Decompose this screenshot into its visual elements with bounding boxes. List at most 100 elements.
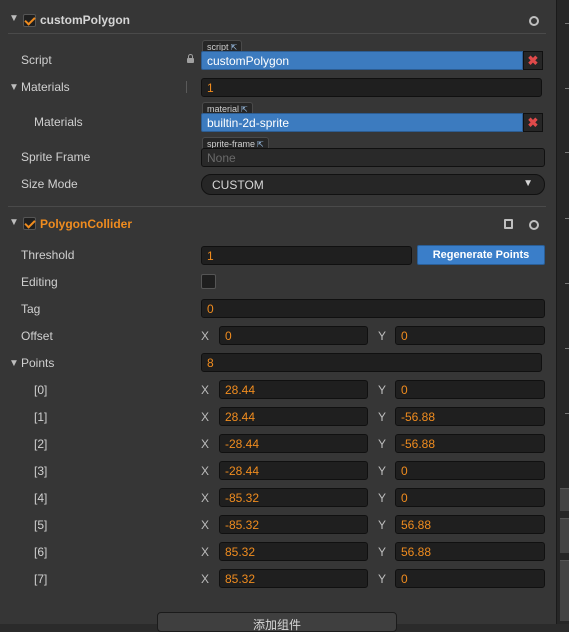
y-axis-label: Y	[378, 437, 387, 451]
ruler-tick	[565, 23, 569, 24]
expand-arrow-icon[interactable]: ▼	[9, 82, 19, 93]
ruler-tick	[565, 88, 569, 89]
materials-group-label: Materials	[21, 80, 70, 94]
editing-checkbox[interactable]	[201, 274, 216, 289]
point-y-input[interactable]: -56.88	[395, 407, 545, 426]
y-axis-label: Y	[378, 518, 387, 532]
y-axis-label: Y	[378, 410, 387, 424]
x-axis-label: X	[201, 329, 210, 343]
y-axis-label: Y	[378, 329, 387, 343]
point-x-input[interactable]: -85.32	[219, 488, 368, 507]
component-enabled-checkbox[interactable]	[23, 14, 36, 27]
component-header-polygon-collider[interactable]: ▼ PolygonCollider	[0, 211, 556, 237]
y-axis-label: Y	[378, 545, 387, 559]
threshold-label: Threshold	[21, 248, 75, 262]
points-label: Points	[21, 356, 55, 370]
sprite-frame-label: Sprite Frame	[21, 150, 91, 164]
divider	[186, 81, 187, 93]
y-axis-label: Y	[378, 383, 387, 397]
sprite-frame-field[interactable]: None	[201, 148, 545, 167]
gear-icon[interactable]	[529, 220, 539, 230]
point-index-label: [6]	[34, 545, 48, 559]
ruler-tick	[565, 152, 569, 153]
point-x-input[interactable]: -28.44	[219, 461, 368, 480]
tag-label: Tag	[21, 302, 41, 316]
x-axis-label: X	[201, 491, 210, 505]
x-axis-label: X	[201, 518, 210, 532]
script-asset-field[interactable]: customPolygon	[201, 51, 523, 70]
ruler-tick	[565, 283, 569, 284]
x-axis-label: X	[201, 437, 210, 451]
regenerate-points-button[interactable]: Regenerate Points	[417, 245, 545, 265]
collapse-arrow-icon[interactable]: ▼	[9, 13, 19, 24]
ruler-tick	[565, 348, 569, 349]
list-item: [4] X -85.32 Y 0	[0, 488, 556, 509]
ruler-tick	[565, 218, 569, 219]
y-axis-label: Y	[378, 491, 387, 505]
offset-y-input[interactable]: 0	[395, 326, 545, 345]
x-axis-label: X	[201, 383, 210, 397]
list-item: [5] X -85.32 Y 56.88	[0, 515, 556, 536]
inspector-panel: ▼ customPolygon Script script ⇱ customPol…	[0, 0, 556, 632]
adjacent-panel-edge	[556, 0, 569, 624]
point-index-label: [5]	[34, 518, 48, 532]
x-axis-label: X	[201, 545, 210, 559]
add-component-button[interactable]: 添加组件	[157, 612, 397, 632]
point-x-input[interactable]: 28.44	[219, 407, 368, 426]
edge-block	[560, 518, 569, 553]
point-y-input[interactable]: 56.88	[395, 515, 545, 534]
point-index-label: [4]	[34, 491, 48, 505]
remove-icon[interactable]: ✖	[523, 51, 543, 70]
lock-icon	[187, 54, 194, 63]
offset-x-input[interactable]: 0	[219, 326, 368, 345]
points-count-field[interactable]: 8	[201, 353, 542, 372]
point-y-input[interactable]: 0	[395, 380, 545, 399]
edge-block	[560, 488, 569, 511]
point-y-input[interactable]: 0	[395, 569, 545, 588]
component-header-custom-polygon[interactable]: ▼ customPolygon	[0, 8, 556, 34]
list-item: [3] X -28.44 Y 0	[0, 461, 556, 482]
component-enabled-checkbox[interactable]	[23, 217, 36, 230]
point-index-label: [3]	[34, 464, 48, 478]
x-axis-label: X	[201, 572, 210, 586]
chevron-down-icon: ▼	[523, 178, 533, 189]
collapse-arrow-icon[interactable]: ▼	[9, 217, 19, 228]
help-book-icon[interactable]	[504, 219, 513, 229]
threshold-input[interactable]: 1	[201, 246, 412, 265]
y-axis-label: Y	[378, 572, 387, 586]
point-index-label: [2]	[34, 437, 48, 451]
y-axis-label: Y	[378, 464, 387, 478]
point-x-input[interactable]: 85.32	[219, 569, 368, 588]
point-y-input[interactable]: 56.88	[395, 542, 545, 561]
materials-count-field[interactable]: 1	[201, 78, 542, 97]
point-x-input[interactable]: -85.32	[219, 515, 368, 534]
point-x-input[interactable]: 85.32	[219, 542, 368, 561]
list-item: [7] X 85.32 Y 0	[0, 569, 556, 590]
x-axis-label: X	[201, 410, 210, 424]
divider	[8, 33, 546, 34]
point-x-input[interactable]: 28.44	[219, 380, 368, 399]
material-asset-field[interactable]: builtin-2d-sprite	[201, 113, 523, 132]
ruler-tick	[565, 413, 569, 414]
tag-input[interactable]: 0	[201, 299, 545, 318]
point-index-label: [7]	[34, 572, 48, 586]
point-x-input[interactable]: -28.44	[219, 434, 368, 453]
editing-label: Editing	[21, 275, 58, 289]
point-y-input[interactable]: 0	[395, 488, 545, 507]
component-title: customPolygon	[40, 13, 131, 27]
list-item: [0] X 28.44 Y 0	[0, 380, 556, 401]
list-item: [1] X 28.44 Y -56.88	[0, 407, 556, 428]
point-y-input[interactable]: 0	[395, 461, 545, 480]
remove-icon[interactable]: ✖	[523, 113, 543, 132]
size-mode-label: Size Mode	[21, 177, 78, 191]
point-y-input[interactable]: -56.88	[395, 434, 545, 453]
point-index-label: [1]	[34, 410, 48, 424]
offset-label: Offset	[21, 329, 53, 343]
edge-block	[560, 560, 569, 621]
material-item-label: Materials	[34, 115, 83, 129]
component-title: PolygonCollider	[40, 217, 133, 231]
x-axis-label: X	[201, 464, 210, 478]
expand-arrow-icon[interactable]: ▼	[9, 358, 19, 369]
gear-icon[interactable]	[529, 16, 539, 26]
size-mode-select[interactable]: CUSTOM ▼	[201, 174, 545, 195]
